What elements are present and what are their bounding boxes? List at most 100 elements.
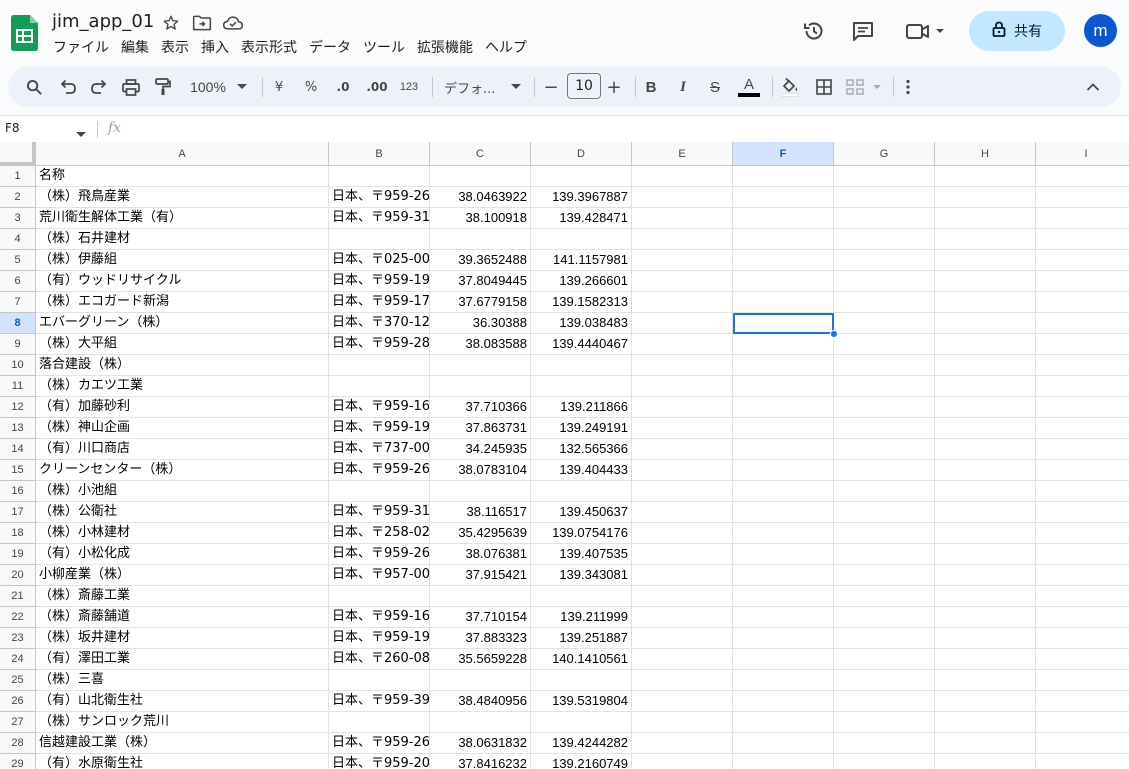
- column-header-b[interactable]: B: [329, 142, 430, 166]
- row-header[interactable]: 1: [0, 166, 36, 187]
- cell-g5[interactable]: [834, 250, 935, 271]
- cell-d19[interactable]: 139.407535: [531, 544, 632, 565]
- sheet-grid[interactable]: A B C D E F G H I 1 名称 2 （株）飛鳥産業 日本、〒959-263 38.046392…: [0, 142, 1129, 769]
- cell-g28[interactable]: [834, 733, 935, 754]
- cell-a28[interactable]: 信越建設工業（株）: [36, 733, 329, 754]
- font-size-increase-button[interactable]: +: [606, 75, 622, 99]
- cell-i10[interactable]: [1036, 355, 1129, 376]
- cell-e4[interactable]: [632, 229, 733, 250]
- cell-i26[interactable]: [1036, 691, 1129, 712]
- print-icon[interactable]: [121, 75, 141, 99]
- redo-icon[interactable]: [89, 75, 109, 99]
- cell-a12[interactable]: （有）加藤砂利: [36, 397, 329, 418]
- cell-f13[interactable]: [733, 418, 834, 439]
- cloud-saved-icon[interactable]: [222, 12, 244, 34]
- cell-e13[interactable]: [632, 418, 733, 439]
- star-icon[interactable]: [160, 12, 182, 34]
- cell-b26[interactable]: 日本、〒959-394: [329, 691, 430, 712]
- cell-i22[interactable]: [1036, 607, 1129, 628]
- row-header[interactable]: 15: [0, 460, 36, 481]
- cell-d4[interactable]: [531, 229, 632, 250]
- cell-i3[interactable]: [1036, 208, 1129, 229]
- cell-f7[interactable]: [733, 292, 834, 313]
- row-header[interactable]: 8: [0, 313, 36, 334]
- cell-e15[interactable]: [632, 460, 733, 481]
- cell-c11[interactable]: [430, 376, 531, 397]
- paint-format-icon[interactable]: [153, 75, 173, 99]
- cell-h9[interactable]: [935, 334, 1036, 355]
- cell-d2[interactable]: 139.3967887: [531, 187, 632, 208]
- cell-e3[interactable]: [632, 208, 733, 229]
- cell-c22[interactable]: 37.710154: [430, 607, 531, 628]
- cell-b2[interactable]: 日本、〒959-263: [329, 187, 430, 208]
- menu-insert[interactable]: 挿入: [201, 38, 229, 58]
- cell-g3[interactable]: [834, 208, 935, 229]
- cell-h17[interactable]: [935, 502, 1036, 523]
- cell-f3[interactable]: [733, 208, 834, 229]
- cell-h25[interactable]: [935, 670, 1036, 691]
- cell-c23[interactable]: 37.883323: [430, 628, 531, 649]
- cell-f18[interactable]: [733, 523, 834, 544]
- row-header[interactable]: 22: [0, 607, 36, 628]
- menu-format[interactable]: 表示形式: [241, 38, 297, 58]
- cell-c5[interactable]: 39.3652488: [430, 250, 531, 271]
- cell-h10[interactable]: [935, 355, 1036, 376]
- cell-a19[interactable]: （有）小松化成: [36, 544, 329, 565]
- cell-i16[interactable]: [1036, 481, 1129, 502]
- cell-h20[interactable]: [935, 565, 1036, 586]
- cell-g16[interactable]: [834, 481, 935, 502]
- cell-c26[interactable]: 38.4840956: [430, 691, 531, 712]
- name-box[interactable]: F8: [5, 121, 20, 135]
- cell-g14[interactable]: [834, 439, 935, 460]
- cell-d24[interactable]: 140.1410561: [531, 649, 632, 670]
- cell-a2[interactable]: （株）飛鳥産業: [36, 187, 329, 208]
- cell-b12[interactable]: 日本、〒959-163: [329, 397, 430, 418]
- cell-h26[interactable]: [935, 691, 1036, 712]
- cell-f27[interactable]: [733, 712, 834, 733]
- cell-h28[interactable]: [935, 733, 1036, 754]
- column-header-d[interactable]: D: [531, 142, 632, 166]
- meet-video-icon[interactable]: [905, 18, 949, 44]
- cell-e28[interactable]: [632, 733, 733, 754]
- cell-i2[interactable]: [1036, 187, 1129, 208]
- cell-a16[interactable]: （株）小池組: [36, 481, 329, 502]
- row-header[interactable]: 20: [0, 565, 36, 586]
- row-header[interactable]: 26: [0, 691, 36, 712]
- cell-e1[interactable]: [632, 166, 733, 187]
- cell-i15[interactable]: [1036, 460, 1129, 481]
- cell-g4[interactable]: [834, 229, 935, 250]
- cell-c3[interactable]: 38.100918: [430, 208, 531, 229]
- cell-a8[interactable]: エバーグリーン（株）: [36, 313, 329, 334]
- cell-e23[interactable]: [632, 628, 733, 649]
- cell-f22[interactable]: [733, 607, 834, 628]
- cell-b3[interactable]: 日本、〒959-311: [329, 208, 430, 229]
- cell-i28[interactable]: [1036, 733, 1129, 754]
- cell-a15[interactable]: クリーンセンター（株）: [36, 460, 329, 481]
- cell-f17[interactable]: [733, 502, 834, 523]
- cell-a13[interactable]: （株）神山企画: [36, 418, 329, 439]
- zoom-select[interactable]: 100%: [186, 75, 230, 99]
- cell-i19[interactable]: [1036, 544, 1129, 565]
- cell-b25[interactable]: [329, 670, 430, 691]
- column-header-e[interactable]: E: [632, 142, 733, 166]
- cell-h1[interactable]: [935, 166, 1036, 187]
- row-header[interactable]: 18: [0, 523, 36, 544]
- cell-d11[interactable]: [531, 376, 632, 397]
- cell-e5[interactable]: [632, 250, 733, 271]
- cell-a9[interactable]: （株）大平組: [36, 334, 329, 355]
- cell-g1[interactable]: [834, 166, 935, 187]
- cell-i8[interactable]: [1036, 313, 1129, 334]
- cell-i9[interactable]: [1036, 334, 1129, 355]
- cell-h15[interactable]: [935, 460, 1036, 481]
- cell-f28[interactable]: [733, 733, 834, 754]
- cell-h24[interactable]: [935, 649, 1036, 670]
- cell-f10[interactable]: [733, 355, 834, 376]
- row-header[interactable]: 2: [0, 187, 36, 208]
- italic-button[interactable]: I: [674, 75, 692, 99]
- row-header[interactable]: 12: [0, 397, 36, 418]
- cell-f26[interactable]: [733, 691, 834, 712]
- cell-a17[interactable]: （株）公衛社: [36, 502, 329, 523]
- cell-c8[interactable]: 36.30388: [430, 313, 531, 334]
- cell-g29[interactable]: [834, 754, 935, 769]
- cell-c19[interactable]: 38.076381: [430, 544, 531, 565]
